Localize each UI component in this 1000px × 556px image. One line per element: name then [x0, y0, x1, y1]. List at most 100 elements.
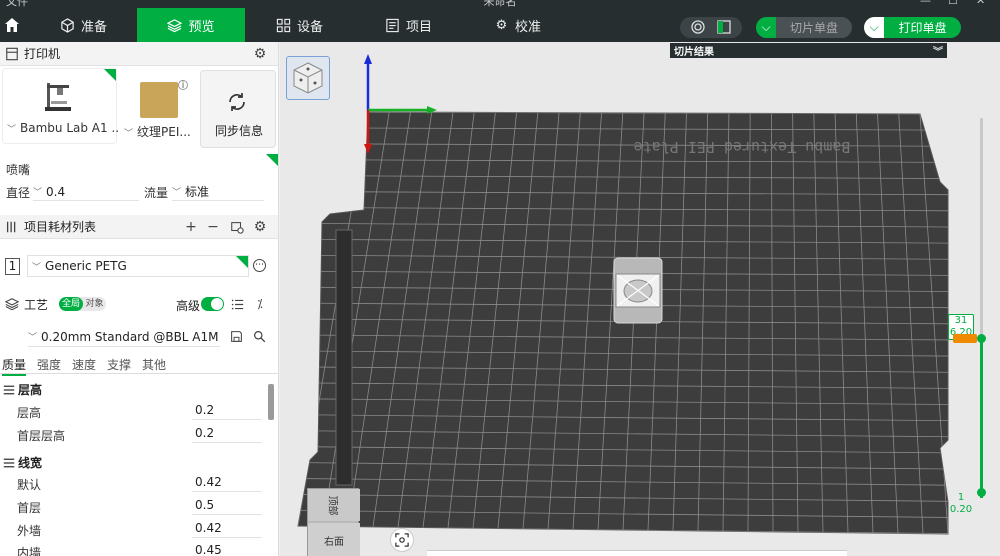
printer-card[interactable]: ﹀ Bambu Lab A1 ... [2, 68, 123, 144]
plate-label-text: Bambu Textured PEI Plate [634, 138, 851, 156]
layer-bottom-height: 0.20 [949, 504, 973, 515]
multi-plate-icon[interactable] [716, 19, 732, 38]
outer-wall-width-input[interactable]: 0.42 [192, 521, 262, 538]
slice-plate-label: 切片单盘 [789, 21, 838, 35]
slice-plate-button[interactable]: ⌵ 切片单盘 [756, 17, 852, 38]
global-object-toggle[interactable]: 全局 对象 [59, 297, 106, 311]
filament-settings-gear-icon[interactable]: ⚙ [252, 219, 268, 235]
window-title: 未命名 [483, 0, 517, 8]
layer-top-thumb[interactable] [977, 334, 986, 343]
gear-icon: ⚙ [495, 17, 508, 33]
diameter-select[interactable]: ﹀ 0.4 [33, 183, 139, 201]
preset-chevron-icon: ﹀ [28, 333, 38, 343]
plate-thumbnail-button[interactable] [286, 56, 330, 100]
close-icon[interactable]: ✕ [976, 0, 985, 7]
tab-project[interactable]: 项目 [385, 8, 455, 42]
advanced-label: 高级 [176, 299, 201, 313]
view-cube-top-face[interactable]: 顶部 [308, 489, 360, 521]
collapse-chevron-icon[interactable]: ︾ [933, 43, 943, 58]
nozzle-card: 喷嘴 直径 ﹀ 0.4 流量 ﹀ 标准 [2, 154, 278, 204]
default-width-input[interactable]: 0.42 [192, 475, 262, 492]
sync-info-button[interactable]: 同步信息 [200, 70, 276, 148]
cube-view-icon [293, 62, 323, 94]
first-layer-height-input[interactable]: 0.2 [192, 426, 262, 443]
compare-icon[interactable]: ⁒ [252, 296, 268, 312]
layer-bottom-thumb[interactable] [977, 488, 986, 497]
filament-corner-indicator [236, 256, 248, 268]
settings-scrollbar[interactable] [268, 384, 274, 420]
navigation-view-cube[interactable]: 顶部 右面 [307, 488, 360, 556]
tab-prepare[interactable]: 准备 [60, 8, 136, 42]
process-layers-icon [4, 296, 20, 312]
tab-project-label: 项目 [406, 19, 433, 35]
remove-filament-icon[interactable]: − [205, 219, 221, 235]
layer-top-index: 31 [954, 315, 968, 326]
tab-speed[interactable]: 速度 [72, 356, 96, 373]
search-icon[interactable] [253, 330, 266, 346]
tab-quality[interactable]: 质量 [2, 356, 27, 376]
zoom-fit-icon [395, 533, 409, 547]
printer-name-text: Bambu Lab A1 ... [20, 121, 123, 135]
inner-wall-width-input[interactable]: 0.45 [192, 543, 262, 556]
layer-height-group-header: 层高 [3, 381, 42, 398]
home-icon [5, 18, 19, 32]
layer-height-label: 层高 [17, 406, 42, 420]
print-chevron-down-icon[interactable]: ⌵ [864, 17, 884, 38]
spiral-view-icon[interactable] [690, 19, 706, 38]
cube-icon [60, 17, 75, 33]
slice-result-label: 切片结果 [674, 47, 714, 58]
minimize-icon[interactable]: — [920, 0, 931, 7]
view-cube-top-label: 顶部 [326, 495, 338, 515]
layer-height-icon [3, 385, 15, 394]
slice-result-bar[interactable]: 切片结果 ︾ [670, 43, 947, 58]
tab-device[interactable]: 设备 [276, 8, 346, 42]
filament-name: Generic PETG [45, 259, 127, 273]
process-section-title: 工艺 [24, 297, 49, 312]
home-button[interactable] [0, 8, 24, 42]
tab-others[interactable]: 其他 [142, 356, 166, 373]
tab-preview[interactable]: 预览 [137, 8, 245, 42]
filament-sync-icon[interactable] [229, 219, 245, 235]
maximize-icon[interactable]: ☐ [948, 0, 958, 7]
save-preset-icon[interactable] [230, 330, 243, 346]
app-window: 文件 未命名 — ☐ ✕ 准备 预览 设备 项目 ⚙ 校准 ⌵ 切片单盘 ⌵ 打… [0, 0, 1000, 556]
info-icon[interactable]: i [178, 80, 188, 91]
toggle-object[interactable]: 对象 [83, 297, 106, 311]
tab-strength[interactable]: 强度 [37, 356, 61, 373]
advanced-toggle[interactable] [201, 297, 224, 311]
default-width-label: 默认 [17, 478, 42, 492]
plate-card[interactable]: i ﹀ 纹理PEI... [120, 68, 196, 144]
filament-icon [4, 219, 20, 235]
diameter-label: 直径 [6, 186, 31, 200]
toggle-global[interactable]: 全局 [59, 297, 83, 311]
list-icon[interactable] [229, 296, 245, 312]
add-filament-icon[interactable]: + [183, 219, 199, 235]
3d-viewport[interactable]: Bambu Textured PEI Plate 切片结果 ︾ 顶部 右面 31… [280, 42, 1000, 556]
filament-select[interactable]: ﹀ Generic PETG [27, 255, 249, 277]
horizontal-layer-slider[interactable] [427, 550, 847, 556]
tab-calibration-label: 校准 [515, 19, 542, 35]
outer-wall-width-label: 外墙 [17, 524, 42, 538]
flow-select[interactable]: ﹀ 标准 [172, 183, 264, 201]
selected-corner-indicator [104, 69, 116, 81]
tab-calibration[interactable]: ⚙ 校准 [494, 8, 564, 42]
tab-prepare-label: 准备 [81, 19, 108, 35]
layer-height-group-title: 层高 [18, 383, 43, 397]
slice-chevron-down-icon[interactable]: ⌵ [756, 17, 776, 38]
view-cube-front-label: 右面 [324, 536, 344, 548]
tab-support[interactable]: 支撑 [107, 356, 131, 373]
print-plate-button[interactable]: ⌵ 打印单盘 [864, 17, 961, 38]
inner-wall-width-label: 内墙 [17, 546, 42, 556]
first-layer-width-input[interactable]: 0.5 [192, 498, 262, 515]
line-width-group-title: 线宽 [18, 456, 43, 470]
left-panel: 打印机 ⚙ ﹀ Bambu Lab A1 ... i ﹀ 纹理PEI... 同步… [0, 42, 279, 556]
zoom-fit-button[interactable] [390, 528, 414, 552]
layer-height-input[interactable]: 0.2 [192, 403, 262, 420]
process-preset-select[interactable]: ﹀ 0.20mm Standard @BBL A1M [28, 327, 220, 347]
filament-slot-number: 1 [5, 258, 20, 275]
printer-section-title: 打印机 [24, 47, 61, 61]
view-cube-front-face[interactable]: 右面 [308, 523, 360, 556]
printer-settings-gear-icon[interactable]: ⚙ [252, 46, 268, 62]
more-options-icon[interactable]: ⋯ [253, 259, 266, 272]
file-menu[interactable]: 文件 [6, 0, 28, 8]
